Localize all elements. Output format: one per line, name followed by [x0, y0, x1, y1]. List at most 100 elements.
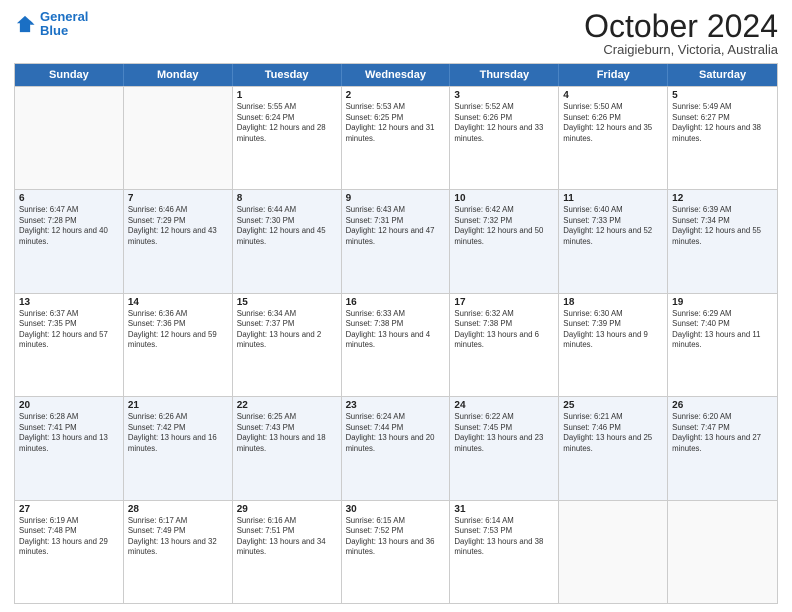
calendar-cell-2-0: 13Sunrise: 6:37 AM Sunset: 7:35 PM Dayli…: [15, 294, 124, 396]
day-number: 21: [128, 400, 228, 411]
calendar-cell-1-4: 10Sunrise: 6:42 AM Sunset: 7:32 PM Dayli…: [450, 190, 559, 292]
day-info: Sunrise: 6:30 AM Sunset: 7:39 PM Dayligh…: [563, 309, 663, 351]
weekday-header-thursday: Thursday: [450, 64, 559, 86]
day-number: 30: [346, 504, 446, 515]
day-number: 13: [19, 297, 119, 308]
day-info: Sunrise: 6:19 AM Sunset: 7:48 PM Dayligh…: [19, 516, 119, 558]
calendar-cell-4-6: [668, 501, 777, 603]
calendar-cell-3-2: 22Sunrise: 6:25 AM Sunset: 7:43 PM Dayli…: [233, 397, 342, 499]
day-info: Sunrise: 6:24 AM Sunset: 7:44 PM Dayligh…: [346, 412, 446, 454]
calendar-cell-1-1: 7Sunrise: 6:46 AM Sunset: 7:29 PM Daylig…: [124, 190, 233, 292]
calendar-row-2: 13Sunrise: 6:37 AM Sunset: 7:35 PM Dayli…: [15, 293, 777, 396]
day-number: 7: [128, 193, 228, 204]
day-number: 31: [454, 504, 554, 515]
day-number: 5: [672, 90, 773, 101]
title-block: October 2024 Craigieburn, Victoria, Aust…: [584, 10, 778, 57]
calendar-cell-2-6: 19Sunrise: 6:29 AM Sunset: 7:40 PM Dayli…: [668, 294, 777, 396]
day-info: Sunrise: 6:33 AM Sunset: 7:38 PM Dayligh…: [346, 309, 446, 351]
day-number: 9: [346, 193, 446, 204]
logo-text: General Blue: [40, 10, 88, 39]
calendar-body: 1Sunrise: 5:55 AM Sunset: 6:24 PM Daylig…: [15, 86, 777, 603]
day-info: Sunrise: 6:43 AM Sunset: 7:31 PM Dayligh…: [346, 205, 446, 247]
day-info: Sunrise: 6:15 AM Sunset: 7:52 PM Dayligh…: [346, 516, 446, 558]
logo-line2: Blue: [40, 24, 88, 38]
day-info: Sunrise: 6:29 AM Sunset: 7:40 PM Dayligh…: [672, 309, 773, 351]
day-number: 23: [346, 400, 446, 411]
logo: General Blue: [14, 10, 88, 39]
calendar-cell-3-3: 23Sunrise: 6:24 AM Sunset: 7:44 PM Dayli…: [342, 397, 451, 499]
day-info: Sunrise: 5:53 AM Sunset: 6:25 PM Dayligh…: [346, 102, 446, 144]
day-number: 18: [563, 297, 663, 308]
logo-line1: General: [40, 9, 88, 24]
calendar-cell-4-2: 29Sunrise: 6:16 AM Sunset: 7:51 PM Dayli…: [233, 501, 342, 603]
calendar-row-0: 1Sunrise: 5:55 AM Sunset: 6:24 PM Daylig…: [15, 86, 777, 189]
calendar-cell-0-1: [124, 87, 233, 189]
day-number: 6: [19, 193, 119, 204]
day-number: 19: [672, 297, 773, 308]
day-info: Sunrise: 5:49 AM Sunset: 6:27 PM Dayligh…: [672, 102, 773, 144]
calendar-cell-1-0: 6Sunrise: 6:47 AM Sunset: 7:28 PM Daylig…: [15, 190, 124, 292]
header: General Blue October 2024 Craigieburn, V…: [14, 10, 778, 57]
day-info: Sunrise: 6:39 AM Sunset: 7:34 PM Dayligh…: [672, 205, 773, 247]
calendar-row-4: 27Sunrise: 6:19 AM Sunset: 7:48 PM Dayli…: [15, 500, 777, 603]
weekday-header-friday: Friday: [559, 64, 668, 86]
logo-icon: [14, 13, 36, 35]
calendar-cell-3-5: 25Sunrise: 6:21 AM Sunset: 7:46 PM Dayli…: [559, 397, 668, 499]
day-number: 8: [237, 193, 337, 204]
calendar-cell-0-6: 5Sunrise: 5:49 AM Sunset: 6:27 PM Daylig…: [668, 87, 777, 189]
calendar-cell-2-2: 15Sunrise: 6:34 AM Sunset: 7:37 PM Dayli…: [233, 294, 342, 396]
day-number: 2: [346, 90, 446, 101]
day-info: Sunrise: 6:46 AM Sunset: 7:29 PM Dayligh…: [128, 205, 228, 247]
calendar: SundayMondayTuesdayWednesdayThursdayFrid…: [14, 63, 778, 604]
calendar-cell-3-4: 24Sunrise: 6:22 AM Sunset: 7:45 PM Dayli…: [450, 397, 559, 499]
calendar-cell-1-6: 12Sunrise: 6:39 AM Sunset: 7:34 PM Dayli…: [668, 190, 777, 292]
calendar-cell-3-6: 26Sunrise: 6:20 AM Sunset: 7:47 PM Dayli…: [668, 397, 777, 499]
day-number: 22: [237, 400, 337, 411]
calendar-cell-1-5: 11Sunrise: 6:40 AM Sunset: 7:33 PM Dayli…: [559, 190, 668, 292]
day-info: Sunrise: 6:42 AM Sunset: 7:32 PM Dayligh…: [454, 205, 554, 247]
calendar-cell-0-2: 1Sunrise: 5:55 AM Sunset: 6:24 PM Daylig…: [233, 87, 342, 189]
day-info: Sunrise: 6:21 AM Sunset: 7:46 PM Dayligh…: [563, 412, 663, 454]
calendar-cell-2-1: 14Sunrise: 6:36 AM Sunset: 7:36 PM Dayli…: [124, 294, 233, 396]
weekday-header-tuesday: Tuesday: [233, 64, 342, 86]
weekday-header-monday: Monday: [124, 64, 233, 86]
day-number: 25: [563, 400, 663, 411]
calendar-cell-1-3: 9Sunrise: 6:43 AM Sunset: 7:31 PM Daylig…: [342, 190, 451, 292]
day-number: 17: [454, 297, 554, 308]
day-info: Sunrise: 5:50 AM Sunset: 6:26 PM Dayligh…: [563, 102, 663, 144]
day-number: 10: [454, 193, 554, 204]
weekday-header-sunday: Sunday: [15, 64, 124, 86]
day-number: 20: [19, 400, 119, 411]
weekday-header-saturday: Saturday: [668, 64, 777, 86]
day-info: Sunrise: 6:47 AM Sunset: 7:28 PM Dayligh…: [19, 205, 119, 247]
day-number: 1: [237, 90, 337, 101]
calendar-cell-0-0: [15, 87, 124, 189]
calendar-row-1: 6Sunrise: 6:47 AM Sunset: 7:28 PM Daylig…: [15, 189, 777, 292]
day-number: 16: [346, 297, 446, 308]
day-number: 24: [454, 400, 554, 411]
calendar-cell-4-1: 28Sunrise: 6:17 AM Sunset: 7:49 PM Dayli…: [124, 501, 233, 603]
calendar-cell-3-0: 20Sunrise: 6:28 AM Sunset: 7:41 PM Dayli…: [15, 397, 124, 499]
calendar-cell-1-2: 8Sunrise: 6:44 AM Sunset: 7:30 PM Daylig…: [233, 190, 342, 292]
day-info: Sunrise: 6:34 AM Sunset: 7:37 PM Dayligh…: [237, 309, 337, 351]
calendar-row-3: 20Sunrise: 6:28 AM Sunset: 7:41 PM Dayli…: [15, 396, 777, 499]
month-title: October 2024: [584, 10, 778, 42]
calendar-cell-2-4: 17Sunrise: 6:32 AM Sunset: 7:38 PM Dayli…: [450, 294, 559, 396]
calendar-cell-4-5: [559, 501, 668, 603]
day-info: Sunrise: 6:14 AM Sunset: 7:53 PM Dayligh…: [454, 516, 554, 558]
day-info: Sunrise: 5:55 AM Sunset: 6:24 PM Dayligh…: [237, 102, 337, 144]
day-number: 4: [563, 90, 663, 101]
day-info: Sunrise: 6:36 AM Sunset: 7:36 PM Dayligh…: [128, 309, 228, 351]
calendar-cell-4-0: 27Sunrise: 6:19 AM Sunset: 7:48 PM Dayli…: [15, 501, 124, 603]
day-info: Sunrise: 5:52 AM Sunset: 6:26 PM Dayligh…: [454, 102, 554, 144]
day-number: 15: [237, 297, 337, 308]
calendar-header: SundayMondayTuesdayWednesdayThursdayFrid…: [15, 64, 777, 86]
calendar-cell-2-5: 18Sunrise: 6:30 AM Sunset: 7:39 PM Dayli…: [559, 294, 668, 396]
day-info: Sunrise: 6:26 AM Sunset: 7:42 PM Dayligh…: [128, 412, 228, 454]
day-number: 3: [454, 90, 554, 101]
day-info: Sunrise: 6:44 AM Sunset: 7:30 PM Dayligh…: [237, 205, 337, 247]
day-number: 29: [237, 504, 337, 515]
calendar-cell-0-4: 3Sunrise: 5:52 AM Sunset: 6:26 PM Daylig…: [450, 87, 559, 189]
calendar-cell-4-4: 31Sunrise: 6:14 AM Sunset: 7:53 PM Dayli…: [450, 501, 559, 603]
day-number: 12: [672, 193, 773, 204]
